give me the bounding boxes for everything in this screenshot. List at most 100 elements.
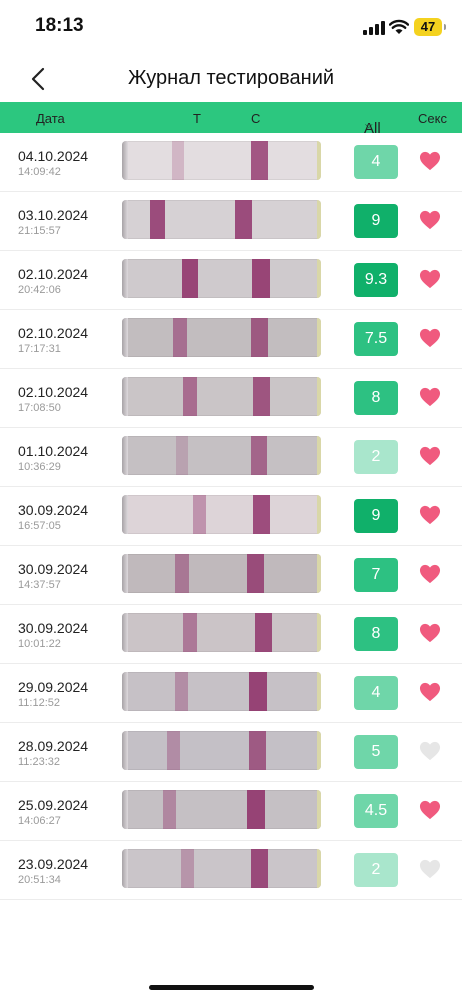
strip-c-line bbox=[253, 495, 271, 534]
strip-tail bbox=[317, 613, 321, 652]
test-row[interactable]: 02.10.2024 17:17:31 7.5 bbox=[0, 310, 462, 369]
strip-c-line bbox=[249, 672, 267, 711]
test-row[interactable]: 02.10.2024 20:42:06 9.3 bbox=[0, 251, 462, 310]
test-strip-image bbox=[122, 731, 321, 770]
strip-t-line bbox=[163, 790, 177, 829]
strip-tail bbox=[317, 259, 321, 298]
test-row[interactable]: 29.09.2024 11:12:52 4 bbox=[0, 664, 462, 723]
heart-icon[interactable] bbox=[418, 799, 442, 821]
page-title: Журнал тестирований bbox=[127, 67, 335, 89]
score-badge: 7 bbox=[354, 558, 398, 592]
row-time: 20:42:06 bbox=[18, 284, 61, 296]
test-strip-image bbox=[122, 141, 321, 180]
strip-edge bbox=[122, 672, 128, 711]
test-row[interactable]: 23.09.2024 20:51:34 2 bbox=[0, 841, 462, 900]
test-row[interactable]: 30.09.2024 16:57:05 9 bbox=[0, 487, 462, 546]
strip-edge bbox=[122, 436, 128, 475]
strip-tail bbox=[317, 141, 321, 180]
heart-icon[interactable] bbox=[418, 858, 442, 880]
cellular-signal-icon bbox=[363, 21, 385, 35]
heart-icon[interactable] bbox=[418, 209, 442, 231]
heart-icon[interactable] bbox=[418, 327, 442, 349]
test-log-list: 04.10.2024 14:09:42 4 03.10.2024 21:15:57 9 02… bbox=[0, 133, 462, 900]
battery-icon: 47 bbox=[414, 18, 446, 36]
heart-icon[interactable] bbox=[418, 504, 442, 526]
heart-icon[interactable] bbox=[418, 740, 442, 762]
test-strip-image bbox=[122, 495, 321, 534]
strip-tail bbox=[317, 554, 321, 593]
status-time: 18:13 bbox=[35, 15, 84, 36]
strip-edge bbox=[122, 318, 128, 357]
row-date: 02.10.2024 bbox=[18, 266, 89, 282]
row-date: 28.09.2024 bbox=[18, 738, 89, 754]
row-date: 03.10.2024 bbox=[18, 207, 89, 223]
test-strip-image bbox=[122, 613, 321, 652]
strip-edge bbox=[122, 200, 128, 239]
home-indicator bbox=[149, 985, 314, 990]
row-date: 25.09.2024 bbox=[18, 797, 89, 813]
test-row[interactable]: 04.10.2024 14:09:42 4 bbox=[0, 133, 462, 192]
heart-icon[interactable] bbox=[418, 622, 442, 644]
test-row[interactable]: 03.10.2024 21:15:57 9 bbox=[0, 192, 462, 251]
strip-c-line bbox=[255, 613, 273, 652]
score-badge: 8 bbox=[354, 617, 398, 651]
test-strip-image bbox=[122, 849, 321, 888]
heart-icon[interactable] bbox=[418, 563, 442, 585]
status-bar: 18:13 47 bbox=[0, 0, 462, 56]
column-header-t: Т bbox=[193, 111, 201, 126]
score-badge: 5 bbox=[354, 735, 398, 769]
test-row[interactable]: 30.09.2024 14:37:57 7 bbox=[0, 546, 462, 605]
strip-edge bbox=[122, 731, 128, 770]
strip-c-line bbox=[247, 554, 265, 593]
test-strip-image bbox=[122, 200, 321, 239]
strip-edge bbox=[122, 495, 128, 534]
score-badge: 9.3 bbox=[354, 263, 398, 297]
score-badge: 9 bbox=[354, 499, 398, 533]
strip-t-line bbox=[182, 259, 198, 298]
row-time: 11:23:32 bbox=[18, 756, 61, 768]
test-strip-image bbox=[122, 259, 321, 298]
test-row[interactable]: 30.09.2024 10:01:22 8 bbox=[0, 605, 462, 664]
test-row[interactable]: 28.09.2024 11:23:32 5 bbox=[0, 723, 462, 782]
test-strip-image bbox=[122, 790, 321, 829]
test-row[interactable]: 02.10.2024 17:08:50 8 bbox=[0, 369, 462, 428]
strip-tail bbox=[317, 200, 321, 239]
strip-c-line bbox=[251, 849, 269, 888]
test-strip-image bbox=[122, 318, 321, 357]
row-time: 11:12:52 bbox=[18, 697, 61, 709]
strip-t-line bbox=[183, 613, 197, 652]
row-date: 02.10.2024 bbox=[18, 384, 89, 400]
row-date: 02.10.2024 bbox=[18, 325, 89, 341]
heart-icon[interactable] bbox=[418, 268, 442, 290]
test-row[interactable]: 01.10.2024 10:36:29 2 bbox=[0, 428, 462, 487]
row-date: 30.09.2024 bbox=[18, 561, 89, 577]
score-badge: 2 bbox=[354, 440, 398, 474]
row-time: 10:36:29 bbox=[18, 461, 61, 473]
strip-edge bbox=[122, 141, 128, 180]
strip-t-line bbox=[176, 436, 189, 475]
strip-edge bbox=[122, 790, 128, 829]
strip-c-line bbox=[235, 200, 253, 239]
test-strip-image bbox=[122, 436, 321, 475]
strip-c-line bbox=[253, 377, 270, 416]
strip-edge bbox=[122, 377, 128, 416]
navigation-bar: Журнал тестирований bbox=[0, 56, 462, 102]
row-date: 29.09.2024 bbox=[18, 679, 89, 695]
row-date: 04.10.2024 bbox=[18, 148, 89, 164]
row-time: 16:57:05 bbox=[18, 520, 61, 532]
test-row[interactable]: 25.09.2024 14:06:27 4.5 bbox=[0, 782, 462, 841]
row-time: 21:15:57 bbox=[18, 225, 61, 237]
heart-icon[interactable] bbox=[418, 386, 442, 408]
heart-icon[interactable] bbox=[418, 445, 442, 467]
strip-t-line bbox=[175, 672, 188, 711]
test-strip-image bbox=[122, 672, 321, 711]
heart-icon[interactable] bbox=[418, 681, 442, 703]
row-time: 10:01:22 bbox=[18, 638, 61, 650]
heart-icon[interactable] bbox=[418, 150, 442, 172]
strip-t-line bbox=[173, 318, 187, 357]
score-badge: 7.5 bbox=[354, 322, 398, 356]
strip-c-line bbox=[252, 259, 270, 298]
row-date: 30.09.2024 bbox=[18, 620, 89, 636]
strip-c-line bbox=[251, 141, 269, 180]
chevron-down-icon: ⌵ bbox=[365, 120, 373, 131]
